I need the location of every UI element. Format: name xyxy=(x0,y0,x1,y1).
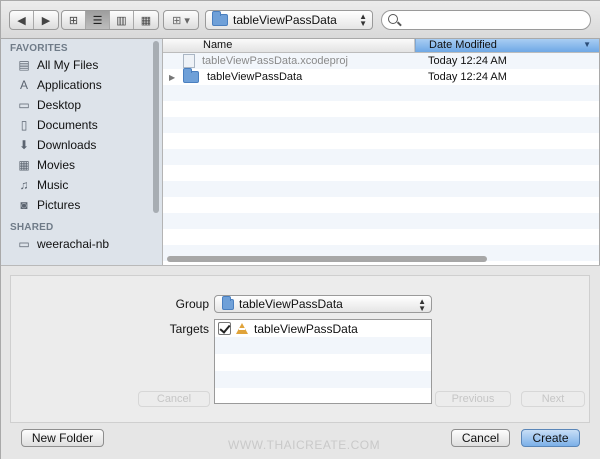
create-button[interactable]: Create xyxy=(521,429,580,447)
file-date: Today 12:24 AM xyxy=(428,55,507,67)
arrange-button[interactable]: ⊞ ▾ xyxy=(163,10,199,30)
sidebar: FAVORITES ▤ All My Files A Applications … xyxy=(1,39,163,265)
sidebar-item-label: All My Files xyxy=(37,58,99,72)
sidebar-item-label: Documents xyxy=(37,118,98,132)
watermark: WWW.THAICREATE.COM xyxy=(228,438,381,452)
sidebar-item-applications[interactable]: A Applications xyxy=(1,75,162,95)
music-icon: ♫ xyxy=(19,178,29,192)
sidebar-item-movies[interactable]: ▦ Movies xyxy=(1,155,162,175)
movies-icon: ▦ xyxy=(18,158,30,172)
sidebar-item-label: Downloads xyxy=(37,138,97,152)
sidebar-item-documents[interactable]: ▯ Documents xyxy=(1,115,162,135)
documents-icon: ▯ xyxy=(20,118,28,132)
group-select[interactable]: tableViewPassData ▲ ▼ xyxy=(214,295,432,313)
list-view-icon: ☰ xyxy=(92,14,103,27)
folder-icon xyxy=(183,68,199,83)
updown-arrows-icon: ▲ ▼ xyxy=(359,12,367,28)
search-input[interactable] xyxy=(381,10,591,30)
file-date: Today 12:24 AM xyxy=(428,71,507,83)
chevron-left-icon: ◀ xyxy=(17,14,26,27)
targets-label: Targets xyxy=(169,322,209,336)
target-checkbox[interactable] xyxy=(218,322,231,335)
chevron-right-icon: ▶ xyxy=(41,14,51,27)
file-list-header: Name Date Modified ▼ xyxy=(163,39,599,53)
location-label: tableViewPassData xyxy=(233,13,337,27)
coverflow-view-button[interactable]: ▦ xyxy=(134,11,158,29)
sidebar-item-downloads[interactable]: ⬇ Downloads xyxy=(1,135,162,155)
sidebar-item-music[interactable]: ♫ Music xyxy=(1,175,162,195)
location-select[interactable]: tableViewPassData ▲ ▼ xyxy=(205,10,373,30)
sidebar-item-label: Desktop xyxy=(37,98,82,112)
table-row[interactable]: ▶ tableViewPassData Today 12:24 AM xyxy=(163,68,599,85)
column-header-label: Date Modified xyxy=(429,39,497,51)
toolbar: ◀ ▶ ⊞ ☰ ▥ ▦ ⊞ ▾ tableViewPassData ▲ ▼ xyxy=(1,1,600,39)
target-name: tableViewPassData xyxy=(254,321,358,336)
sidebar-item-label: Applications xyxy=(37,78,102,92)
disclosure-triangle-icon[interactable]: ▶ xyxy=(169,73,183,82)
sort-descending-icon: ▼ xyxy=(583,40,591,49)
favorites-header: FAVORITES xyxy=(10,43,68,54)
new-folder-button[interactable]: New Folder xyxy=(21,429,104,447)
sidebar-item-label: weerachai-nb xyxy=(37,237,110,251)
group-value: tableViewPassData xyxy=(239,297,343,311)
file-rows: tableViewPassData.xcodeproj Today 12:24 … xyxy=(163,53,599,261)
file-list: Name Date Modified ▼ tableViewPassData.x… xyxy=(163,39,599,265)
search-icon xyxy=(388,14,398,24)
column-view-icon: ▥ xyxy=(116,14,127,27)
icon-view-button[interactable]: ⊞ xyxy=(62,11,86,29)
applications-icon: A xyxy=(19,78,28,92)
back-button[interactable]: ◀ xyxy=(10,11,34,29)
list-item[interactable]: tableViewPassData xyxy=(215,320,431,337)
coverflow-view-icon: ▦ xyxy=(140,14,152,27)
sidebar-item-label: Movies xyxy=(37,158,76,172)
background-cancel-button: Cancel xyxy=(138,391,210,407)
folder-icon xyxy=(222,295,234,310)
icon-view-icon: ⊞ xyxy=(68,14,79,27)
files-icon: ▤ xyxy=(18,58,30,72)
sidebar-item-pictures[interactable]: ◙ Pictures xyxy=(1,195,162,215)
table-row[interactable]: tableViewPassData.xcodeproj Today 12:24 … xyxy=(163,53,599,69)
sidebar-scrollbar[interactable] xyxy=(153,41,159,213)
group-label: Group xyxy=(175,297,209,311)
computer-icon: ▭ xyxy=(18,237,30,251)
sidebar-item-desktop[interactable]: ▭ Desktop xyxy=(1,95,162,115)
sidebar-item-label: Music xyxy=(37,178,69,192)
list-view-button[interactable]: ☰ xyxy=(86,11,110,29)
column-view-button[interactable]: ▥ xyxy=(110,11,134,29)
history-nav: ◀ ▶ xyxy=(9,10,59,30)
file-name: tableViewPassData xyxy=(207,71,303,83)
column-header-name[interactable]: Name xyxy=(163,39,415,52)
view-mode-switch: ⊞ ☰ ▥ ▦ xyxy=(61,10,159,30)
cancel-button[interactable]: Cancel xyxy=(451,429,510,447)
background-previous-button: Previous xyxy=(435,391,511,407)
targets-list: tableViewPassData xyxy=(214,319,432,404)
downloads-icon: ⬇ xyxy=(18,138,30,152)
sidebar-item-label: Pictures xyxy=(37,198,81,212)
updown-arrows-icon: ▲ ▼ xyxy=(418,297,426,313)
sidebar-item-weerachai-nb[interactable]: ▭ weerachai-nb xyxy=(1,234,162,254)
grid-menu-icon: ⊞ ▾ xyxy=(172,14,190,27)
horizontal-scrollbar[interactable] xyxy=(167,256,487,262)
desktop-icon: ▭ xyxy=(18,98,30,112)
save-dialog: ◀ ▶ ⊞ ☰ ▥ ▦ ⊞ ▾ tableViewPassData ▲ ▼ FAV… xyxy=(0,0,600,459)
column-header-date-modified[interactable]: Date Modified ▼ xyxy=(415,39,599,52)
forward-button[interactable]: ▶ xyxy=(34,11,58,29)
camera-icon: ◙ xyxy=(20,198,28,212)
document-icon xyxy=(183,54,195,68)
sidebar-item-all-my-files[interactable]: ▤ All My Files xyxy=(1,55,162,75)
app-target-icon xyxy=(235,322,249,335)
file-name: tableViewPassData.xcodeproj xyxy=(202,55,348,67)
shared-header: SHARED xyxy=(10,222,54,233)
background-next-button: Next xyxy=(521,391,585,407)
folder-icon xyxy=(212,11,228,26)
options-panel: Cancel Previous Next Group tableViewPass… xyxy=(1,265,600,459)
